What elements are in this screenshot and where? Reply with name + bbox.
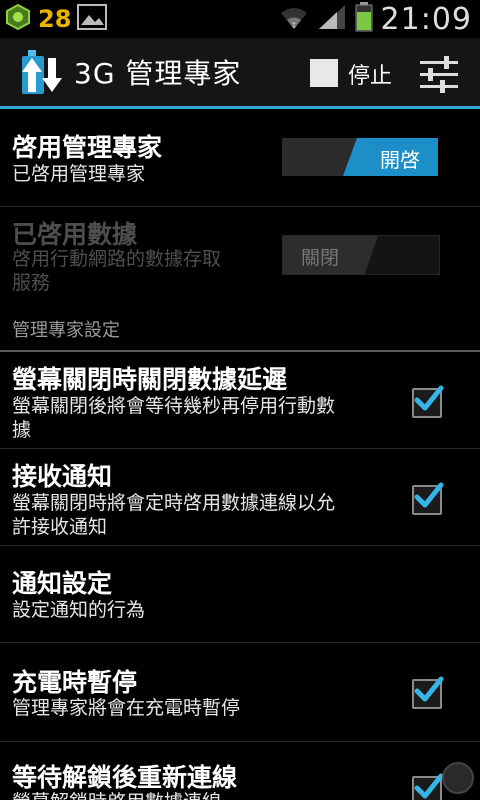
enable-manager-summary: 已啓用管理專家	[12, 163, 146, 185]
signal-icon	[317, 3, 347, 35]
receive-notifications-summary-line1: 螢幕關閉時將會定時啓用數據連線以允	[12, 492, 336, 514]
stop-button-label[interactable]: 停止	[348, 58, 392, 90]
data-enabled-summary-line2: 服務	[12, 272, 51, 294]
app-title: 3G 管理專家	[74, 57, 242, 90]
action-bar: 3G 管理專家	[0, 38, 480, 106]
battery-icon	[355, 2, 373, 36]
settings-sliders-icon[interactable]	[418, 55, 460, 97]
enable-manager-toggle[interactable]: 開啓	[282, 138, 438, 176]
checkmark-icon	[414, 773, 444, 799]
pause-while-charging-title: 充電時暫停	[12, 668, 138, 697]
receive-notifications-title: 接收通知	[12, 462, 113, 491]
reconnect-after-unlock-row[interactable]: 等待解鎖後重新連線 螢幕解鎖時啓用數據連線	[0, 742, 480, 800]
floating-circle-button[interactable]	[442, 762, 474, 794]
status-bar: 28 ↕ 21:09	[0, 0, 480, 38]
enable-manager-row[interactable]: 啓用管理專家 已啓用管理專家 開啓	[0, 110, 480, 207]
pause-while-charging-row[interactable]: 充電時暫停 管理專家將會在充電時暫停	[0, 643, 480, 742]
notification-settings-title: 通知設定	[12, 569, 113, 598]
screen-off-delay-summary-line2: 據	[12, 419, 32, 441]
pause-while-charging-summary: 管理專家將會在充電時暫停	[12, 697, 241, 719]
screen-off-delay-summary-line1: 螢幕關閉後將會等待幾秒再停用行動數	[12, 395, 336, 417]
wifi-icon: ↕	[279, 3, 309, 35]
screen-off-delay-title: 螢幕關閉時關閉數據延遲	[12, 365, 288, 394]
screen-off-delay-row[interactable]: 螢幕關閉時關閉數據延遲 螢幕關閉後將會等待幾秒再停用行動數 據	[0, 352, 480, 449]
checkmark-icon	[414, 482, 444, 508]
receive-notifications-row[interactable]: 接收通知 螢幕關閉時將會定時啓用數據連線以允 許接收通知	[0, 449, 480, 546]
svg-text:↕: ↕	[290, 21, 297, 30]
reconnect-after-unlock-checkbox[interactable]	[412, 773, 444, 800]
game-notification-icon	[4, 3, 32, 35]
checkmark-icon	[414, 676, 444, 702]
stop-icon[interactable]	[310, 59, 338, 87]
app-logo-icon	[18, 46, 68, 102]
data-enabled-row: 已啓用數據 啓用行動網路的數據存取 服務 關閉	[0, 207, 480, 307]
notification-settings-summary: 設定通知的行為	[12, 599, 146, 621]
image-notification-icon	[77, 4, 108, 34]
screen-off-delay-checkbox[interactable]	[412, 385, 444, 418]
data-enabled-toggle: 關閉	[282, 235, 440, 275]
receive-notifications-checkbox[interactable]	[412, 482, 444, 515]
toggle-on-label: 開啓	[380, 148, 420, 172]
pause-while-charging-checkbox[interactable]	[412, 676, 444, 709]
notification-count: 28	[38, 5, 72, 33]
reconnect-after-unlock-title: 等待解鎖後重新連線	[12, 763, 238, 792]
toggle-off-label: 關閉	[301, 247, 340, 269]
action-bar-divider	[0, 106, 480, 109]
notification-settings-row[interactable]: 通知設定 設定通知的行為	[0, 546, 480, 643]
data-enabled-title: 已啓用數據	[12, 220, 138, 249]
reconnect-after-unlock-summary: 螢幕解鎖時啓用數據連線	[12, 790, 221, 800]
checkmark-icon	[414, 385, 444, 411]
clock: 21:09	[380, 1, 472, 37]
category-header: 管理專家設定	[12, 320, 120, 341]
receive-notifications-summary-line2: 許接收通知	[12, 516, 108, 538]
enable-manager-title: 啓用管理專家	[12, 133, 163, 162]
data-enabled-summary-line1: 啓用行動網路的數據存取	[12, 248, 222, 270]
